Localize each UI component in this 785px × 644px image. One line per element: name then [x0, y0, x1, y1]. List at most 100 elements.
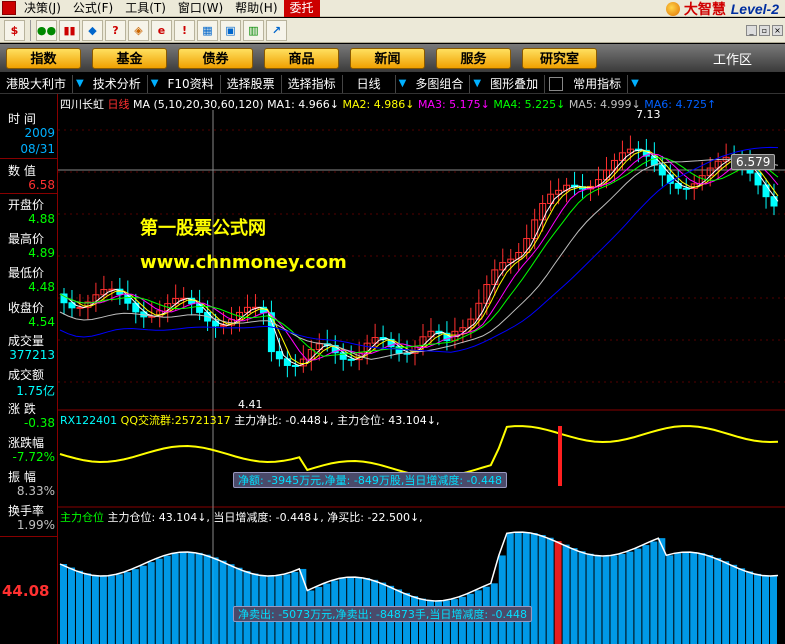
tab-f10[interactable]: F10资料	[161, 74, 221, 93]
columns-icon[interactable]: ▮▮	[59, 19, 80, 41]
low-indicator-bar	[203, 554, 211, 644]
value-value: 6.58	[28, 178, 55, 192]
tab-common-indicators[interactable]: 常用指标	[567, 74, 629, 93]
window-icon[interactable]: ▣	[220, 19, 241, 41]
low-indicator-bar	[530, 533, 538, 644]
e-icon[interactable]: e	[151, 19, 172, 41]
low-indicator-bar	[730, 564, 738, 644]
nav-news-button[interactable]: 新闻	[350, 47, 425, 69]
tab-multi-chart[interactable]: 多图组合	[409, 74, 471, 93]
turnover-label: 换手率	[8, 504, 45, 518]
time-year: 2009	[24, 126, 55, 140]
menu-formula[interactable]: 公式(F)	[67, 0, 119, 17]
menu-help[interactable]: 帮助(H)	[229, 0, 283, 17]
low-indicator-bar	[586, 553, 594, 644]
candle-body	[275, 351, 283, 360]
mid-spike-bar	[558, 426, 562, 486]
change-label: 涨 跌	[8, 402, 36, 416]
nav-bond-button[interactable]: 债券	[178, 47, 253, 69]
amp-value: 8.33%	[16, 484, 55, 498]
low-indicator-bar	[738, 568, 746, 644]
mid-indicator-line	[59, 425, 779, 479]
tab-hk-stocks[interactable]: 港股大利市	[0, 74, 74, 93]
chart-icon[interactable]: ▥	[243, 19, 264, 41]
mid-qq: QQ交流群:25721317	[120, 414, 231, 427]
menu-window[interactable]: 窗口(W)	[172, 0, 229, 17]
mid-indicator-name: RX122401	[60, 414, 118, 427]
mid-net: 主力净比: -0.448↓,	[234, 414, 334, 427]
dollar-icon[interactable]: $	[4, 19, 25, 41]
close-value: 4.54	[28, 315, 55, 329]
low-indicator-bar	[498, 555, 506, 644]
candle-body	[762, 184, 770, 198]
tab-overlay[interactable]: 图形叠加	[484, 74, 546, 93]
low-indicator-bar	[99, 575, 107, 644]
lock-icon[interactable]	[549, 76, 564, 91]
low-indicator-bar	[115, 574, 123, 644]
quote-side-panel: 时 间 2009 08/31 数 值 6.58 开盘价 4.88 最高价 4.8…	[0, 94, 58, 644]
low-indicator-bar	[155, 558, 163, 644]
workspace-label[interactable]: 工作区	[680, 49, 785, 68]
grid-icon[interactable]: ▦	[197, 19, 218, 41]
low-indicator-bar	[60, 564, 67, 644]
watermark-title: 第一股票公式网	[140, 218, 266, 239]
value-label: 数 值	[8, 164, 36, 178]
mid-legend: RX122401 QQ交流群:25721317 主力净比: -0.448↓, 主…	[60, 412, 439, 428]
low-indicator-bar	[594, 555, 602, 644]
chart-area[interactable]: 四川长虹 日线 MA (5,10,20,30,60,120) MA1: 4.96…	[58, 94, 785, 644]
arrow-icon[interactable]: ↗	[266, 19, 287, 41]
glasses-icon[interactable]: ●●	[36, 19, 57, 41]
tab-select-stock[interactable]: 选择股票	[221, 74, 282, 93]
nav-service-button[interactable]: 服务	[436, 47, 511, 69]
nav-index-button[interactable]: 指数	[6, 47, 81, 69]
mid-pos: 主力仓位: 43.104↓,	[337, 414, 440, 427]
shield-icon[interactable]: ◆	[82, 19, 103, 41]
nav-research-button[interactable]: 研究室	[522, 47, 597, 69]
tab-daily[interactable]: 日线	[343, 74, 396, 93]
alert-icon[interactable]: !	[174, 19, 195, 41]
toolbar-separator	[30, 19, 31, 41]
candle-body	[682, 187, 690, 190]
candle-body	[347, 358, 355, 361]
nav-fund-button[interactable]: 基金	[92, 47, 167, 69]
dropdown-icon[interactable]: ▼	[73, 78, 87, 89]
low-indicator-bar	[147, 562, 155, 644]
tab-tech-analysis[interactable]: 技术分析	[87, 74, 148, 93]
pct-label: 涨跌幅	[8, 436, 45, 450]
dropdown-icon[interactable]: ▼	[148, 78, 162, 89]
low-pos: 主力仓位: 43.104↓,	[107, 511, 210, 524]
menu-trade[interactable]: 委托	[283, 0, 320, 17]
dropdown-icon[interactable]: ▼	[470, 78, 484, 89]
low-indicator-bar	[195, 552, 203, 644]
mid-tooltip: 净额: -3945万元,净量: -849万股,当日增减度: -0.448	[233, 472, 507, 488]
menu-decision[interactable]: 决策(J)	[18, 0, 67, 17]
help-icon[interactable]: ?	[105, 19, 126, 41]
low-indicator-bar	[179, 552, 187, 644]
dropdown-icon[interactable]: ▼	[628, 78, 642, 89]
price-tag: 6.579	[731, 154, 776, 170]
restore-icon[interactable]: ▫	[759, 24, 770, 36]
low-indicator-bar	[163, 555, 171, 644]
watermark-url: www.chnmoney.com	[140, 252, 347, 273]
low-indicator-bar	[602, 555, 610, 644]
menu-tools[interactable]: 工具(T)	[119, 0, 172, 17]
tab-select-indicator[interactable]: 选择指标	[282, 74, 343, 93]
diamond-icon[interactable]: ◈	[128, 19, 149, 41]
low-mark-label: 4.41	[238, 398, 263, 411]
change-value: -0.38	[23, 416, 55, 430]
low-value: 4.48	[28, 280, 55, 294]
nav-commodity-button[interactable]: 商品	[264, 47, 339, 69]
dropdown-icon[interactable]: ▼	[396, 78, 410, 89]
volume-label: 成交量	[8, 334, 45, 348]
low-indicator-bar	[634, 548, 642, 644]
turnover-value: 1.99%	[16, 518, 55, 532]
minimize-icon[interactable]: _	[746, 24, 757, 36]
side-divider	[0, 536, 58, 537]
brand-name: 大智慧 Level-2	[683, 0, 779, 18]
close-icon[interactable]: ×	[772, 24, 783, 36]
low-indicator-bar	[562, 544, 570, 644]
chart-svg[interactable]	[58, 94, 785, 644]
low-indicator-bar	[706, 555, 714, 644]
low-indicator-bar	[131, 569, 139, 644]
app-icon[interactable]	[2, 1, 16, 15]
